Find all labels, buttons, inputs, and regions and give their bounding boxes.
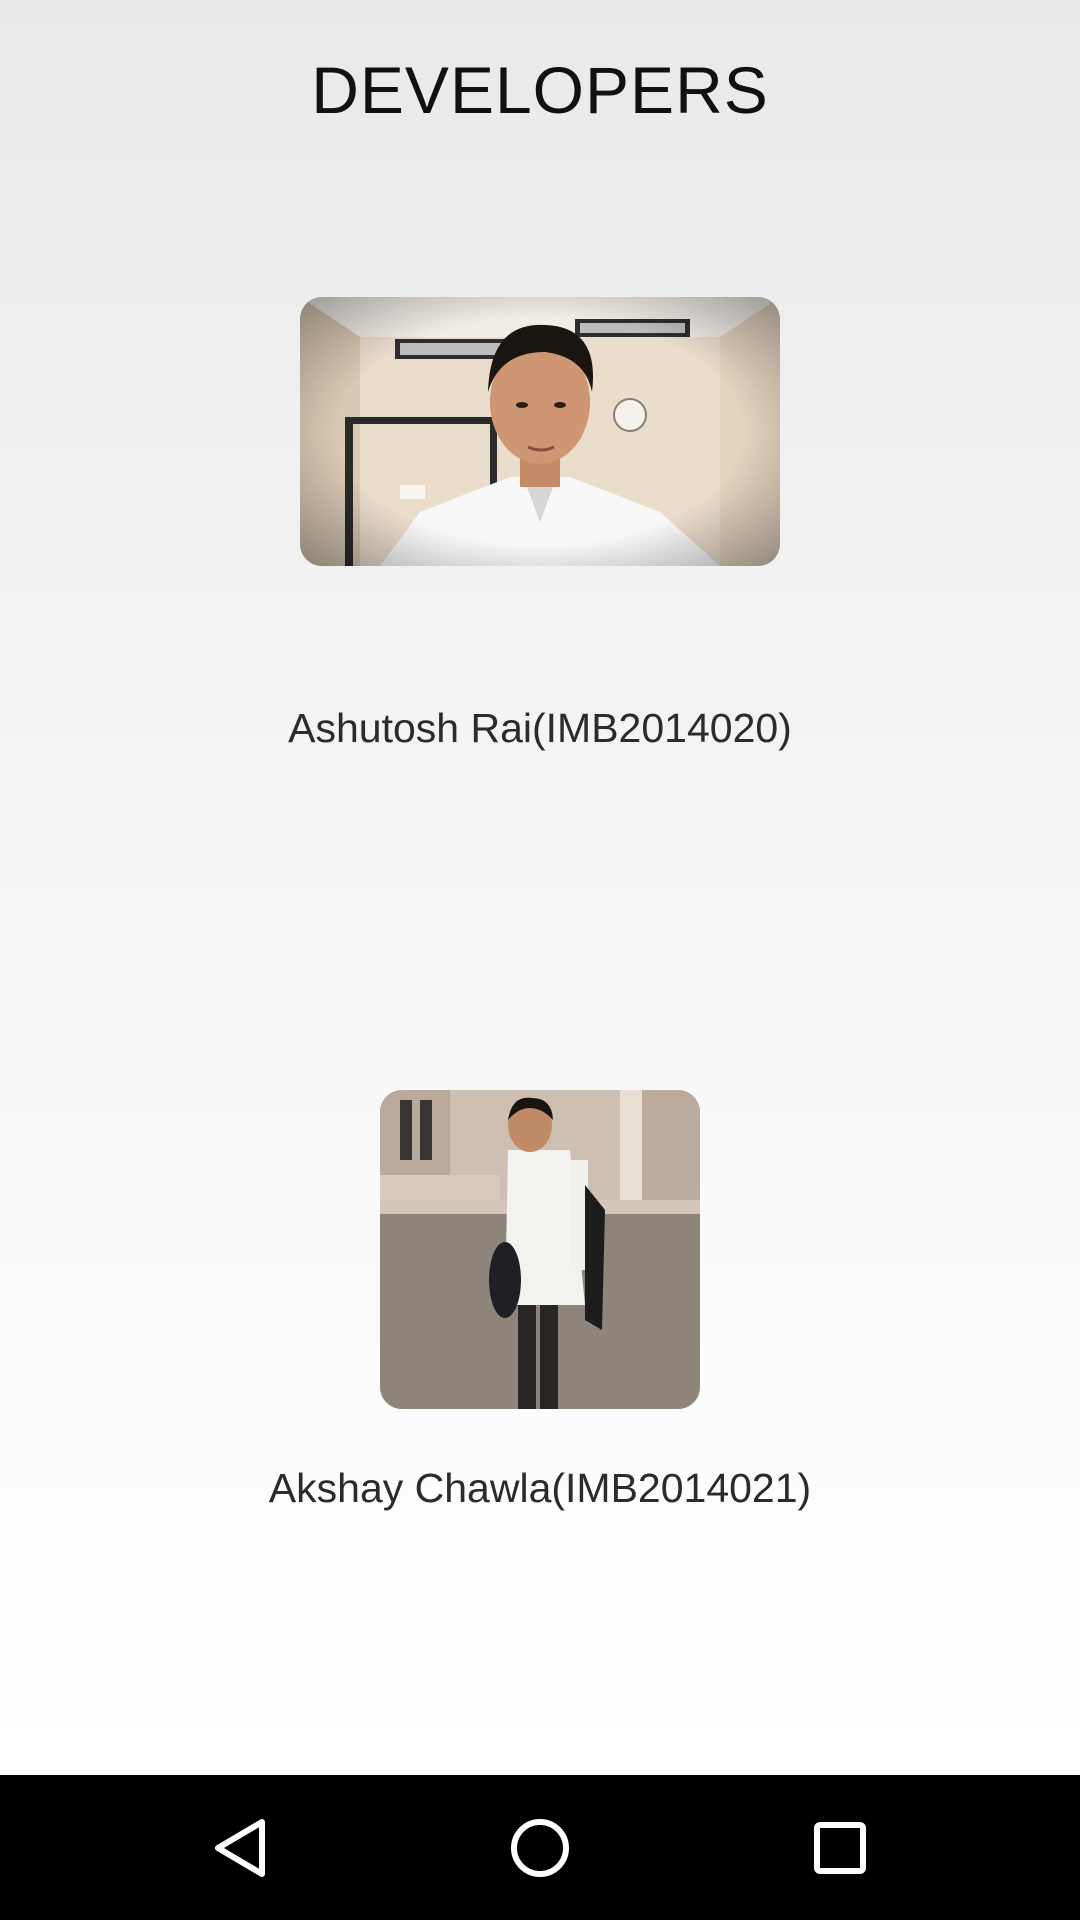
standing-photo-image	[380, 1090, 700, 1409]
developer-name-akshay: Akshay Chawla(IMB2014021)	[268, 1465, 812, 1511]
developer-photo-akshay	[380, 1090, 700, 1409]
page-title: DEVELOPERS	[311, 53, 769, 127]
back-button[interactable]	[170, 1775, 310, 1920]
developers-screen: DEVELOPERS Ashutosh Rai(IMB2014020) Aksh…	[0, 0, 1080, 1775]
recents-button[interactable]	[770, 1775, 910, 1920]
home-button[interactable]	[470, 1775, 610, 1920]
developer-name-ashutosh: Ashutosh Rai(IMB2014020)	[288, 705, 792, 751]
back-triangle-icon	[215, 1818, 265, 1877]
home-circle-icon	[511, 1818, 569, 1877]
system-navigation-bar	[0, 1775, 1080, 1920]
developer-photo-ashutosh	[300, 297, 780, 566]
recents-square-icon	[814, 1821, 866, 1874]
selfie-photo-image	[300, 297, 780, 566]
